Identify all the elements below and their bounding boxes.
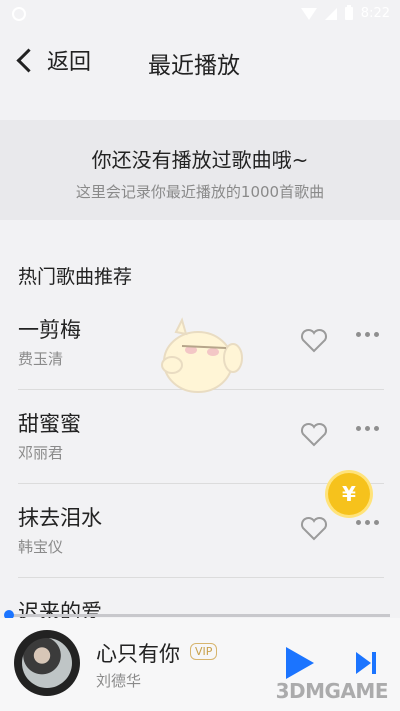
status-icons: 8:22 [300, 5, 390, 21]
wifi-icon [300, 7, 317, 20]
status-bar: 8:22 [0, 0, 400, 30]
chevron-left-icon [16, 47, 41, 73]
watermark: 3DMGAME [275, 679, 389, 703]
signal-icon [324, 7, 337, 20]
song-artist: 韩宝仪 [18, 538, 64, 556]
page-title: 最近播放 [148, 53, 240, 79]
progress-track[interactable] [8, 614, 390, 617]
empty-state-banner: 你还没有播放过歌曲哦~ 这里会记录你最近播放的1000首歌曲 [0, 120, 400, 220]
section-title: 热门歌曲推荐 [18, 266, 133, 288]
song-title: 一剪梅 [18, 318, 81, 342]
vip-badge: VIP [190, 643, 218, 660]
song-row[interactable]: 甜蜜蜜 邓丽君 [0, 390, 400, 484]
play-icon[interactable] [286, 647, 314, 679]
back-label: 返回 [47, 50, 92, 75]
coin-reward-icon[interactable]: ¥ [328, 473, 370, 515]
album-art[interactable] [14, 630, 80, 696]
more-icon[interactable] [356, 520, 379, 525]
status-indicator-icon [12, 7, 26, 21]
more-icon[interactable] [356, 332, 379, 337]
song-artist: 费玉清 [18, 350, 64, 368]
back-button[interactable]: 返回 [14, 44, 91, 76]
now-playing-title: 心只有你 [96, 642, 180, 666]
empty-state-title: 你还没有播放过歌曲哦~ [91, 148, 309, 172]
more-icon[interactable] [356, 426, 379, 431]
status-time: 8:22 [360, 6, 390, 21]
song-artist: 邓丽君 [18, 444, 64, 462]
heart-icon[interactable] [299, 420, 329, 450]
mini-player[interactable]: 心只有你 VIP 刘德华 3DMGAME [0, 618, 400, 711]
empty-state-subtitle: 这里会记录你最近播放的1000首歌曲 [75, 183, 325, 201]
top-nav: 返回 最近播放 [0, 30, 400, 92]
skip-next-icon[interactable] [356, 652, 376, 674]
song-title: 甜蜜蜜 [18, 412, 81, 436]
battery-icon [344, 5, 353, 20]
heart-icon[interactable] [299, 326, 329, 356]
heart-icon[interactable] [299, 514, 329, 544]
mascot-icon [161, 317, 243, 393]
song-title: 抹去泪水 [18, 506, 102, 530]
now-playing-artist: 刘德华 [96, 672, 142, 690]
